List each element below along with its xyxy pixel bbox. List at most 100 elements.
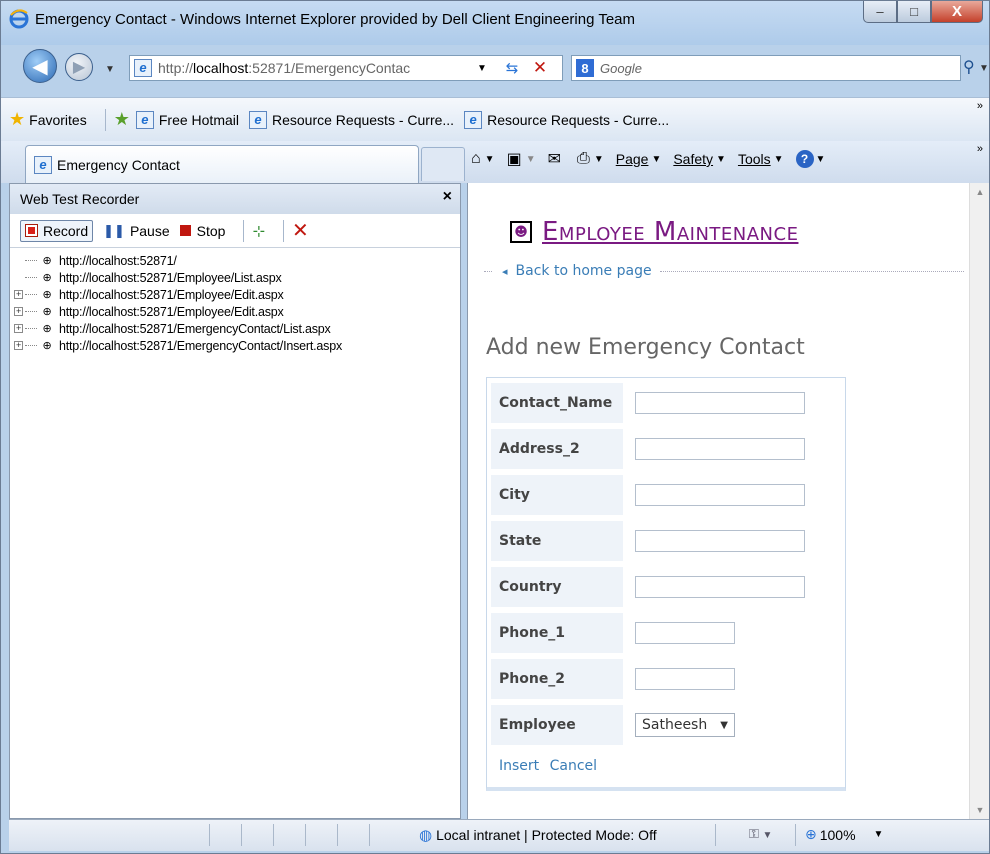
tree-node[interactable]: ⊕ http://localhost:52871/Employee/List.a…	[14, 269, 460, 286]
zone-text: Local intranet | Protected Mode: Off	[436, 827, 657, 843]
maximize-button[interactable]: □	[897, 1, 931, 23]
status-divider	[305, 824, 306, 846]
address-2-input[interactable]	[635, 438, 805, 460]
security-zone[interactable]: ◍ Local intranet | Protected Mode: Off	[419, 826, 657, 844]
home-button[interactable]: ⌂ ▼	[471, 150, 495, 168]
stop-button[interactable]: Stop	[179, 223, 225, 239]
chevron-down-icon: ▼	[525, 153, 536, 165]
forward-button[interactable]: ▶	[65, 53, 93, 81]
expand-icon[interactable]: +	[14, 307, 23, 316]
stop-icon[interactable]: ✕	[528, 56, 552, 80]
favorites-label: Favorites	[29, 111, 87, 128]
compatibility-view-icon[interactable]: ⇆	[500, 56, 524, 80]
tree-node[interactable]: ⊕ http://localhost:52871/	[14, 252, 460, 269]
page-menu-label: Page	[615, 151, 649, 167]
chevron-more-icon[interactable]: »	[977, 143, 983, 155]
tree-node[interactable]: + ⊕ http://localhost:52871/EmergencyCont…	[14, 337, 460, 354]
favorite-label: Free Hotmail	[158, 111, 239, 128]
tools-menu-label: Tools	[737, 151, 771, 167]
scroll-up-icon[interactable]: ▲	[970, 183, 989, 201]
close-icon[interactable]: ×	[443, 188, 452, 206]
form-row-address-2: Address_2	[491, 428, 841, 470]
tree-node[interactable]: + ⊕ http://localhost:52871/EmergencyCont…	[14, 320, 460, 337]
forward-arrow-icon: ▶	[72, 59, 86, 76]
add-to-favorites-icon[interactable]: ★	[114, 109, 130, 130]
chevron-more-icon[interactable]: »	[977, 100, 983, 112]
zoom-control[interactable]: ⊕ 100% ▼	[805, 826, 883, 843]
tree-node[interactable]: + ⊕ http://localhost:52871/Employee/Edit…	[14, 303, 460, 320]
help-button[interactable]: ? ▼	[795, 150, 825, 168]
city-input[interactable]	[635, 484, 805, 506]
form-row-contact-name: Contact_Name	[491, 382, 841, 424]
scroll-down-icon[interactable]: ▼	[970, 801, 989, 819]
print-button[interactable]: ⎙ ▼	[577, 150, 604, 168]
contact-name-input[interactable]	[635, 392, 805, 414]
new-tab-button[interactable]	[421, 147, 465, 181]
search-icon[interactable]: ⚲	[963, 57, 975, 77]
google-icon: 8	[576, 59, 594, 77]
add-comment-button[interactable]: ⊹	[252, 222, 265, 240]
record-button[interactable]: Record	[20, 219, 94, 242]
expand-icon[interactable]: +	[14, 290, 23, 299]
expand-icon[interactable]: +	[14, 341, 23, 350]
back-to-home-link[interactable]: Back to home page	[516, 263, 652, 279]
tools-menu[interactable]: Tools ▼	[738, 151, 784, 167]
tab-emergency-contact[interactable]: e Emergency Contact	[25, 145, 419, 183]
state-input[interactable]	[635, 530, 805, 552]
cancel-link[interactable]: Cancel	[550, 758, 597, 774]
employee-select[interactable]: Satheesh ▼	[635, 713, 735, 737]
back-button[interactable]: ◀	[23, 49, 57, 83]
protected-mode-icon[interactable]: ⚿ ▼	[749, 826, 772, 842]
recent-pages-dropdown-icon[interactable]: ▼	[105, 64, 115, 75]
close-button[interactable]: X	[931, 1, 983, 23]
favorite-link-free-hotmail[interactable]: e Free Hotmail	[135, 110, 239, 129]
page-heading-text: Employee Maintenance	[542, 217, 799, 247]
search-box[interactable]: 8 Google	[571, 55, 961, 81]
address-bar[interactable]: e http://localhost:52871/EmergencyContac…	[129, 55, 563, 81]
mail-icon: ✉	[547, 151, 562, 168]
favorite-link-resource-requests-1[interactable]: e Resource Requests - Curre...	[249, 110, 454, 129]
separator	[243, 219, 245, 242]
dotted-rule	[659, 270, 964, 272]
address-dropdown-icon[interactable]: ▼	[474, 56, 490, 80]
ie-page-icon: e	[464, 110, 483, 129]
expand-icon[interactable]: +	[14, 324, 23, 333]
country-input[interactable]	[635, 576, 805, 598]
home-icon: ⌂	[471, 150, 481, 167]
insert-link[interactable]: Insert	[499, 758, 539, 774]
stop-icon	[179, 225, 191, 236]
status-divider	[241, 824, 242, 846]
page-heading: ☻ Employee Maintenance	[510, 217, 798, 247]
request-url: http://localhost:52871/Employee/Edit.asp…	[59, 304, 284, 319]
tab-label: Emergency Contact	[57, 156, 180, 173]
page-menu[interactable]: Page ▼	[616, 151, 662, 167]
chevron-down-icon: ▼	[484, 153, 495, 165]
pause-button[interactable]: ❚❚ Pause	[103, 223, 170, 239]
safety-menu[interactable]: Safety ▼	[673, 151, 726, 167]
form-row-country: Country	[491, 566, 841, 608]
favorites-button[interactable]: ★ Favorites	[1, 109, 87, 130]
tree-connector	[25, 345, 37, 346]
phone-1-input[interactable]	[635, 622, 735, 644]
tree-node[interactable]: + ⊕ http://localhost:52871/Employee/Edit…	[14, 286, 460, 303]
add-comment-icon: ⊹	[252, 222, 266, 240]
back-row: ◂ Back to home page	[484, 261, 964, 281]
help-icon: ?	[795, 150, 814, 168]
star-icon: ★	[9, 109, 26, 129]
feeds-button[interactable]: ▣ ▼	[507, 149, 536, 169]
address-url: http://localhost:52871/EmergencyContac	[158, 60, 411, 76]
minimize-button[interactable]: –	[863, 1, 897, 23]
vertical-scrollbar[interactable]: ▲ ▼	[969, 183, 989, 819]
delete-request-button[interactable]: ✕	[292, 218, 309, 243]
chevron-down-icon: ▼	[720, 719, 728, 731]
form-row-phone-1: Phone_1	[491, 612, 841, 654]
phone-2-input[interactable]	[635, 668, 735, 690]
intranet-globe-icon: ◍	[419, 827, 433, 844]
read-mail-button[interactable]: ✉	[548, 149, 565, 169]
zoom-icon: ⊕	[805, 826, 817, 842]
favorite-link-resource-requests-2[interactable]: e Resource Requests - Curre...	[464, 110, 669, 129]
chevron-down-icon: ▼	[873, 829, 884, 840]
search-options-dropdown-icon[interactable]: ▼	[979, 63, 989, 74]
browser-window: Emergency Contact - Windows Internet Exp…	[0, 0, 990, 854]
zoom-level: 100%	[819, 826, 856, 843]
